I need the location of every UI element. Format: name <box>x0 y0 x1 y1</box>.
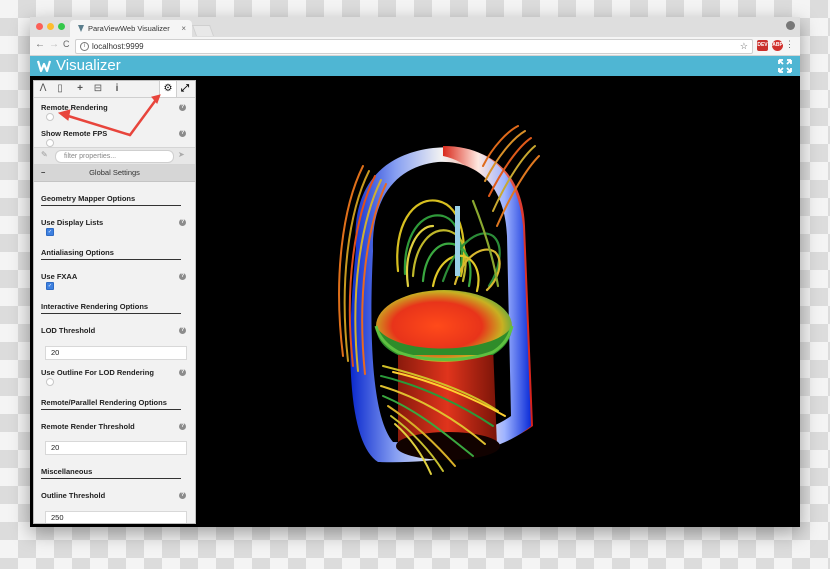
apply-icon[interactable]: ➤ <box>178 150 185 159</box>
forward-icon[interactable]: → <box>49 39 59 50</box>
remote-parallel-title: Remote/Parallel Rendering Options <box>41 398 181 410</box>
render-view-3d <box>338 125 540 475</box>
section-title: Global Settings <box>89 168 140 177</box>
fullscreen-icon[interactable] <box>778 59 792 73</box>
extension-dev-icon[interactable]: DEV <box>757 40 768 51</box>
miscellaneous-title: Miscellaneous <box>41 467 181 479</box>
help-icon[interactable]: ? <box>179 369 186 376</box>
help-icon[interactable]: ? <box>179 219 186 226</box>
use-display-lists-label: Use Display Lists <box>41 218 104 227</box>
browser-toolbar: ← → C i localhost:9999 ☆ DEV ABP ⋮ <box>30 37 800 56</box>
render-viewport[interactable] <box>193 76 800 527</box>
panel-fullscreen-icon[interactable]: ⤢ <box>177 81 193 97</box>
antialiasing-title: Antialiasing Options <box>41 248 181 260</box>
use-outline-lod-label: Use Outline For LOD Rendering <box>41 368 154 377</box>
help-icon[interactable]: ? <box>179 492 186 499</box>
tab-title: ParaViewWeb Visualizer <box>88 24 170 33</box>
use-fxaa-checkbox[interactable]: ✓ <box>46 282 54 290</box>
filter-bar: ✎ filter properties... ➤ <box>34 147 195 165</box>
app-header: Visualizer <box>30 56 800 76</box>
lod-threshold-input[interactable]: 20 <box>45 346 187 360</box>
lod-threshold-label: LOD Threshold <box>41 326 96 335</box>
remote-rendering-toggle[interactable] <box>46 113 54 121</box>
use-display-lists-checkbox[interactable]: ✓ <box>46 228 54 236</box>
help-icon[interactable]: ? <box>179 130 186 137</box>
browser-menu-icon[interactable]: ⋮ <box>785 39 794 50</box>
outline-threshold-input[interactable]: 250 <box>45 511 187 523</box>
url-text: localhost:9999 <box>92 42 144 51</box>
browser-window: ParaViewWeb Visualizer × ← → C i localho… <box>30 17 800 527</box>
bookmark-star-icon[interactable]: ☆ <box>740 40 748 53</box>
filter-input[interactable]: filter properties... <box>55 150 174 163</box>
reload-icon[interactable]: C <box>63 39 70 49</box>
help-icon[interactable]: ? <box>179 104 186 111</box>
global-settings-header[interactable]: − Global Settings <box>34 165 195 182</box>
outline-threshold-label: Outline Threshold <box>41 491 106 500</box>
add-icon[interactable]: + <box>72 81 88 97</box>
info-icon[interactable]: i <box>109 81 125 97</box>
browser-tab[interactable]: ParaViewWeb Visualizer × <box>70 20 192 37</box>
file-icon[interactable]: ▯ <box>52 81 68 97</box>
interactive-rendering-title: Interactive Rendering Options <box>41 302 181 314</box>
back-icon[interactable]: ← <box>35 39 45 50</box>
remote-render-threshold-label: Remote Render Threshold <box>41 422 135 431</box>
maximize-window-button[interactable] <box>58 23 65 30</box>
geometry-mapper-title: Geometry Mapper Options <box>41 194 181 206</box>
collapse-icon[interactable]: − <box>41 165 45 181</box>
settings-icon[interactable]: ⚙ <box>159 81 177 97</box>
tab-close-icon[interactable]: × <box>181 20 186 37</box>
minimize-window-button[interactable] <box>47 23 54 30</box>
use-outline-lod-toggle[interactable] <box>46 378 54 386</box>
visualizer-logo-icon <box>37 60 51 73</box>
app-title: Visualizer <box>56 57 121 74</box>
show-remote-fps-toggle[interactable] <box>46 139 54 147</box>
panel-toolbar: ⴷ ▯ + ⊟ i ⚙ ⤢ <box>34 81 195 98</box>
help-icon[interactable]: ? <box>179 423 186 430</box>
wrench-icon: ✎ <box>41 150 48 159</box>
help-icon[interactable]: ? <box>179 273 186 280</box>
pipeline-icon[interactable]: ⴷ <box>35 81 51 97</box>
close-window-button[interactable] <box>36 23 43 30</box>
site-info-icon[interactable]: i <box>80 42 89 51</box>
tab-strip: ParaViewWeb Visualizer × <box>30 17 800 37</box>
paraview-favicon-icon <box>78 25 84 32</box>
adblock-icon[interactable]: ABP <box>772 40 783 51</box>
remote-rendering-label: Remote Rendering <box>41 103 108 112</box>
save-icon[interactable]: ⊟ <box>90 81 106 97</box>
use-fxaa-label: Use FXAA <box>41 272 78 281</box>
new-tab-button[interactable] <box>191 25 215 36</box>
account-icon[interactable] <box>786 21 795 30</box>
show-remote-fps-label: Show Remote FPS <box>41 129 108 138</box>
settings-panel: ⴷ ▯ + ⊟ i ⚙ ⤢ Remote Rendering ? Show Re… <box>33 80 196 524</box>
address-bar[interactable]: i localhost:9999 ☆ <box>75 39 753 54</box>
help-icon[interactable]: ? <box>179 327 186 334</box>
remote-render-threshold-input[interactable]: 20 <box>45 441 187 455</box>
